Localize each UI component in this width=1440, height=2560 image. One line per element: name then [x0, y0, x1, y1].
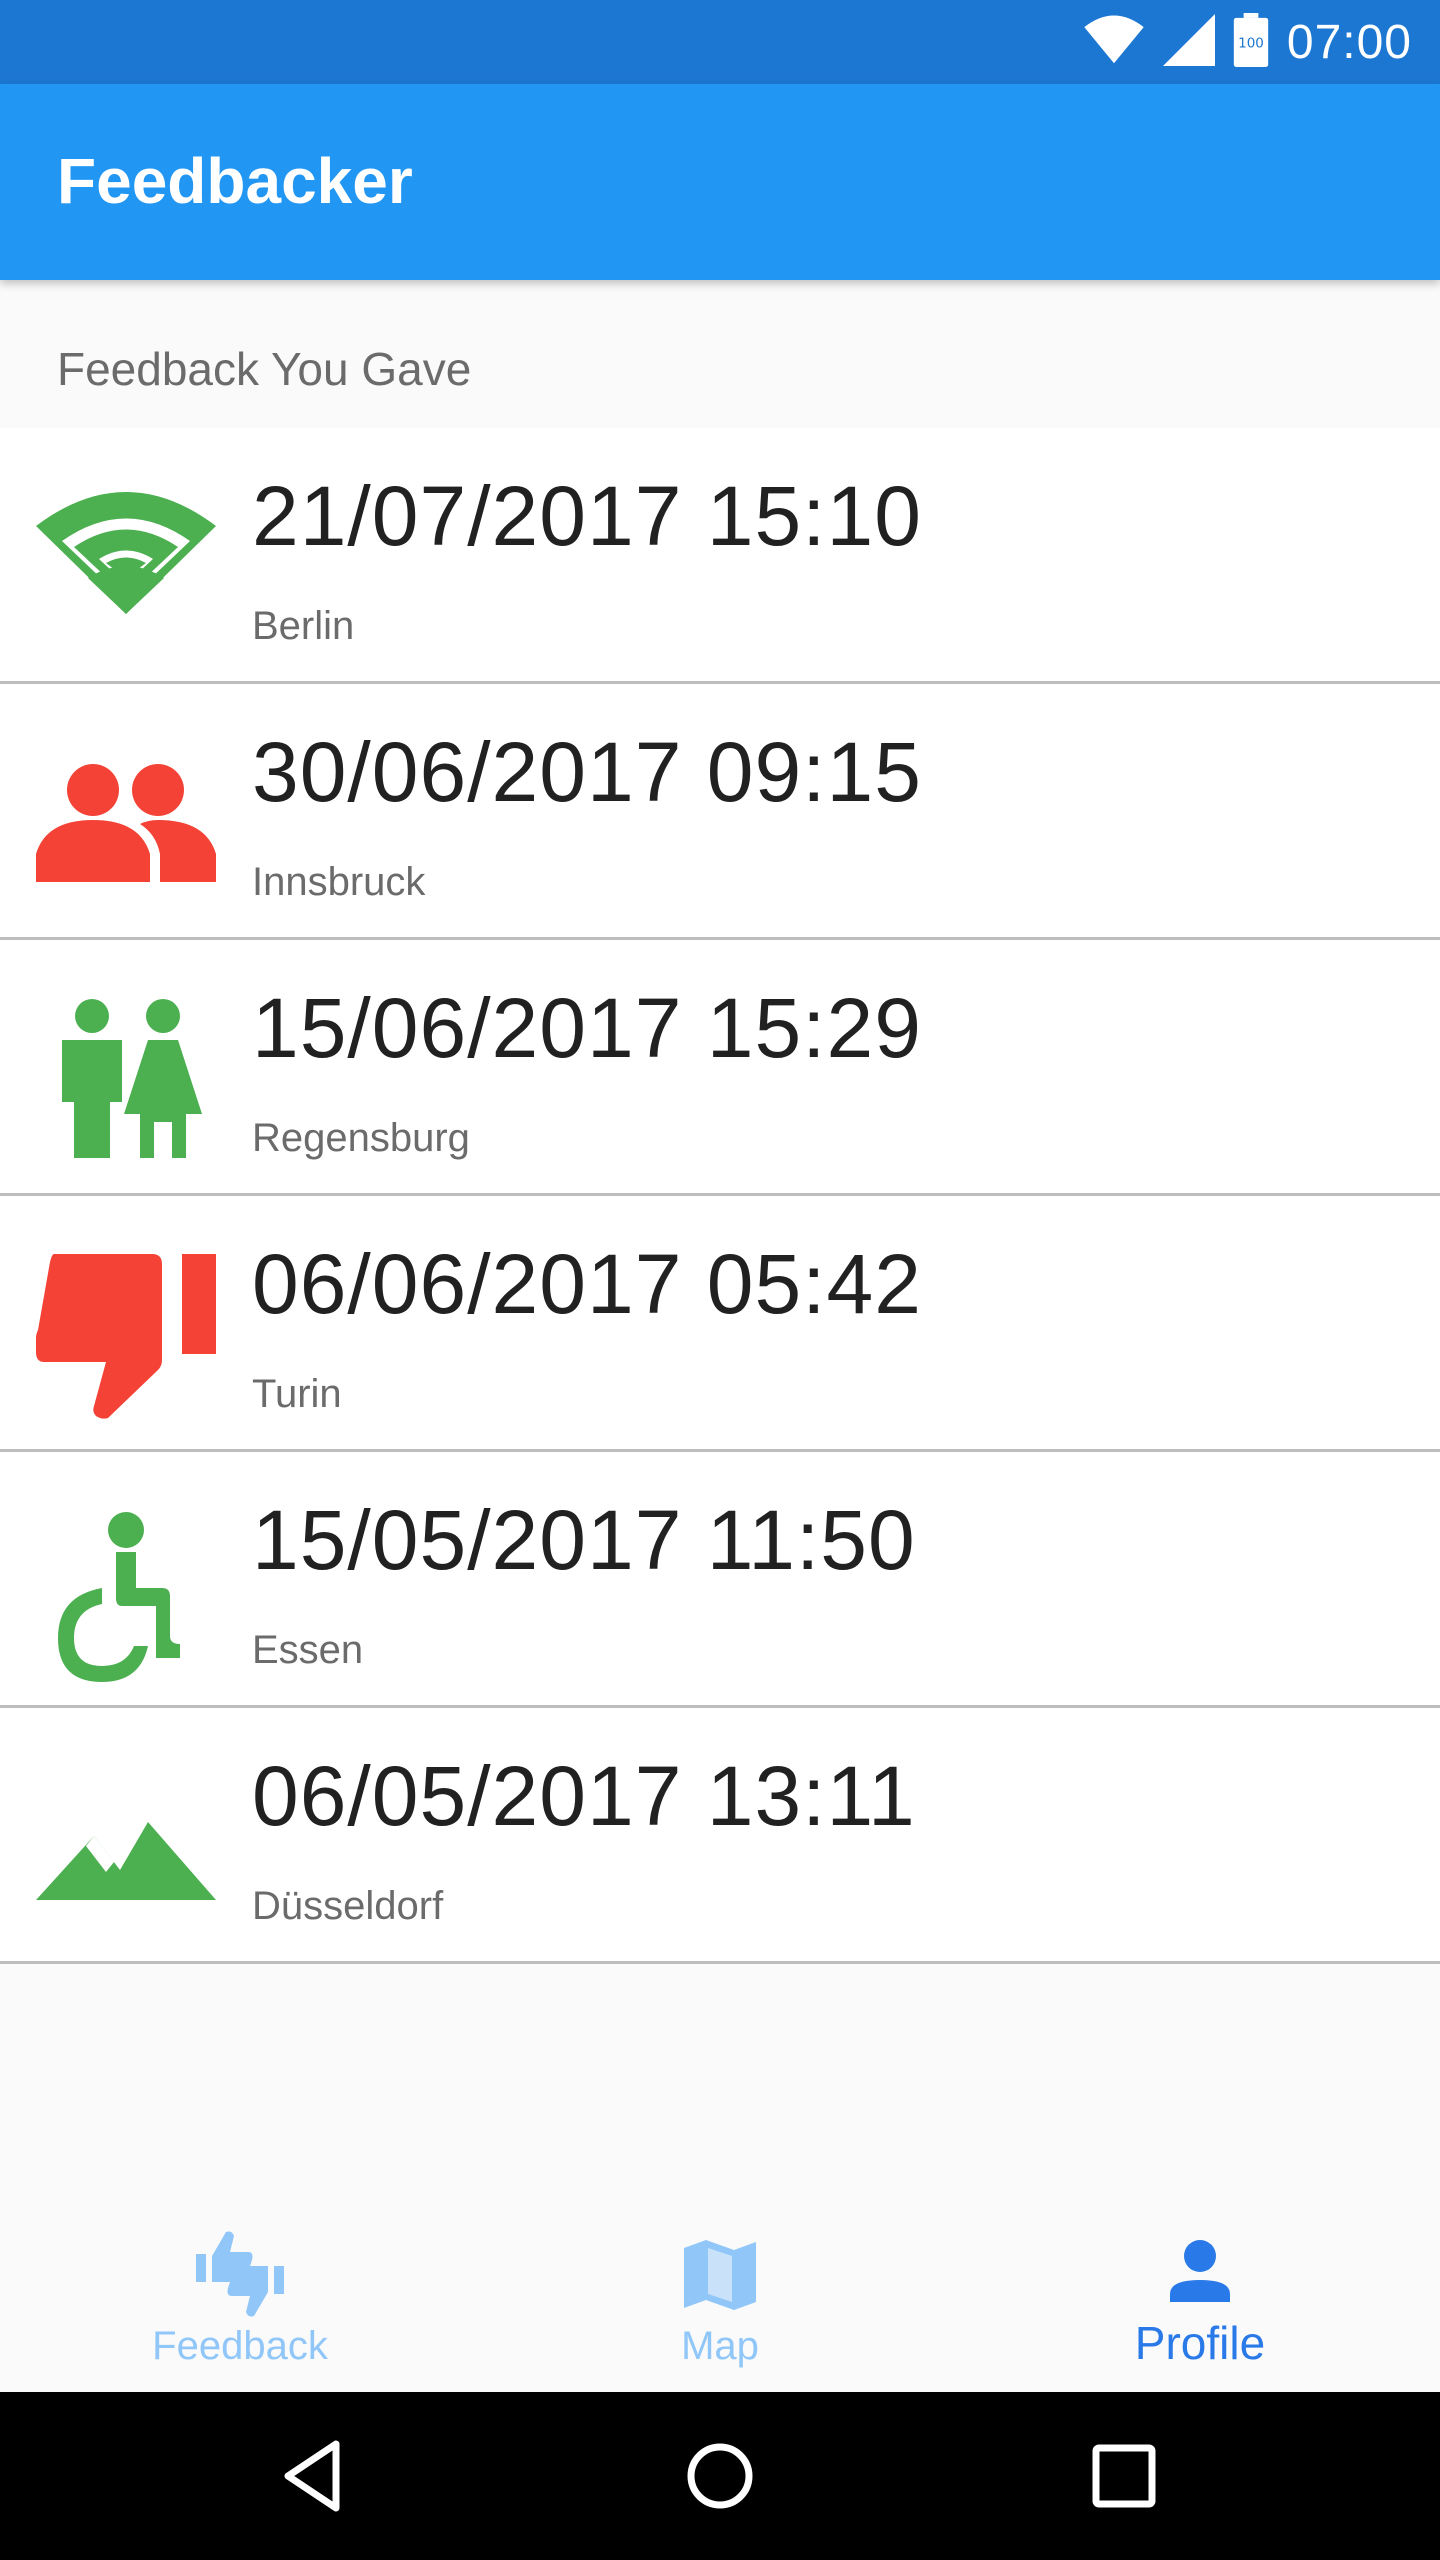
feedback-date: 21/07/2017 15:10: [252, 469, 922, 563]
nav-feedback[interactable]: Feedback: [0, 2200, 480, 2392]
system-navigation-bar: [0, 2392, 1440, 2560]
recents-icon[interactable]: [1082, 2434, 1166, 2518]
nav-feedback-label: Feedback: [152, 2324, 328, 2368]
battery-level: 100: [1238, 35, 1264, 51]
list-item[interactable]: 15/05/2017 11:50 Essen: [0, 1452, 1440, 1708]
list-item[interactable]: 06/05/2017 13:11 Düsseldorf: [0, 1708, 1440, 1964]
bottom-navigation: Feedback Map Profile: [0, 2200, 1440, 2392]
status-time: 07:00: [1286, 15, 1412, 69]
people-icon: [36, 742, 216, 922]
thumbs-icon: [192, 2226, 288, 2322]
battery-icon: 100: [1233, 12, 1269, 72]
feedback-date: 30/06/2017 09:15: [252, 725, 922, 819]
app-title: Feedbacker: [57, 145, 413, 217]
feedback-date: 15/06/2017 15:29: [252, 981, 922, 1075]
section-title: Feedback You Gave: [57, 343, 472, 395]
person-icon: [1152, 2226, 1248, 2322]
wifi-icon: [36, 486, 216, 666]
feedback-city: Turin: [252, 1372, 342, 1416]
status-bar: 100 07:00: [0, 0, 1440, 84]
nav-profile[interactable]: Profile: [960, 2200, 1440, 2392]
nav-map[interactable]: Map: [480, 2200, 960, 2392]
feedback-city: Düsseldorf: [252, 1884, 444, 1928]
accessible-icon: [36, 1510, 216, 1690]
list-item[interactable]: 15/06/2017 15:29 Regensburg: [0, 940, 1440, 1196]
feedback-city: Essen: [252, 1628, 364, 1672]
wifi-icon: [1083, 14, 1145, 71]
feedback-date: 15/05/2017 11:50: [252, 1493, 916, 1587]
feedback-date: 06/06/2017 05:42: [252, 1237, 922, 1331]
restroom-icon: [36, 998, 216, 1178]
section-header: Feedback You Gave: [0, 280, 1440, 428]
list-item[interactable]: 21/07/2017 15:10 Berlin: [0, 428, 1440, 684]
thumb-down-icon: [36, 1254, 216, 1434]
nav-profile-label: Profile: [1134, 2317, 1266, 2369]
feedback-city: Innsbruck: [252, 860, 426, 904]
feedback-city: Regensburg: [252, 1116, 470, 1160]
map-icon: [672, 2226, 768, 2322]
landscape-icon: [36, 1766, 216, 1946]
feedback-list: 21/07/2017 15:10 Berlin 30/06/2017 09:15…: [0, 428, 1440, 1964]
signal-icon: [1162, 13, 1215, 71]
home-icon[interactable]: [678, 2434, 762, 2518]
feedback-date: 06/05/2017 13:11: [252, 1749, 916, 1843]
nav-map-label: Map: [681, 2324, 759, 2368]
back-icon[interactable]: [274, 2434, 358, 2518]
feedback-city: Berlin: [252, 604, 355, 648]
app-bar: Feedbacker: [0, 84, 1440, 280]
list-item[interactable]: 30/06/2017 09:15 Innsbruck: [0, 684, 1440, 940]
list-item[interactable]: 06/06/2017 05:42 Turin: [0, 1196, 1440, 1452]
